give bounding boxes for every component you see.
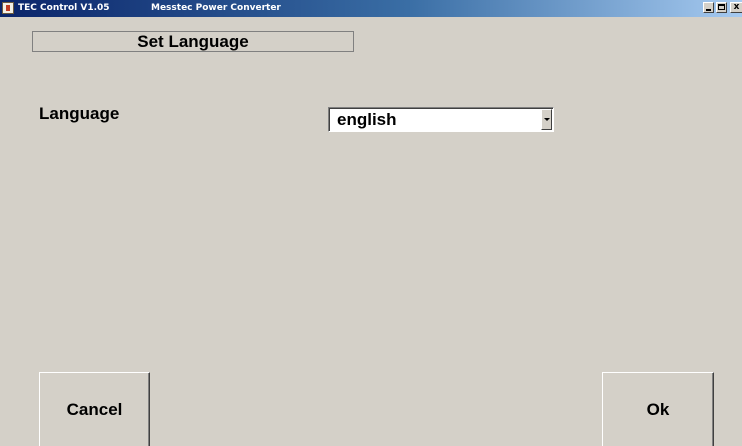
ok-button[interactable]: Ok	[602, 372, 714, 446]
window-subtitle: Messtec Power Converter	[151, 3, 281, 13]
language-select[interactable]: english	[328, 107, 554, 132]
language-select-value: english	[337, 110, 397, 129]
chevron-down-icon[interactable]	[541, 109, 552, 130]
maximize-button[interactable]	[716, 2, 727, 13]
close-button[interactable]: x	[730, 2, 742, 13]
minimize-icon	[706, 9, 711, 11]
cancel-button[interactable]: Cancel	[39, 372, 150, 446]
app-icon[interactable]	[2, 2, 14, 14]
set-language-heading: Set Language	[32, 31, 354, 52]
window-title: TEC Control V1.05	[18, 3, 110, 13]
maximize-icon	[718, 4, 725, 10]
language-label: Language	[39, 104, 120, 123]
minimize-button[interactable]	[703, 2, 714, 13]
title-bar[interactable]: TEC Control V1.05 Messtec Power Converte…	[0, 0, 742, 17]
